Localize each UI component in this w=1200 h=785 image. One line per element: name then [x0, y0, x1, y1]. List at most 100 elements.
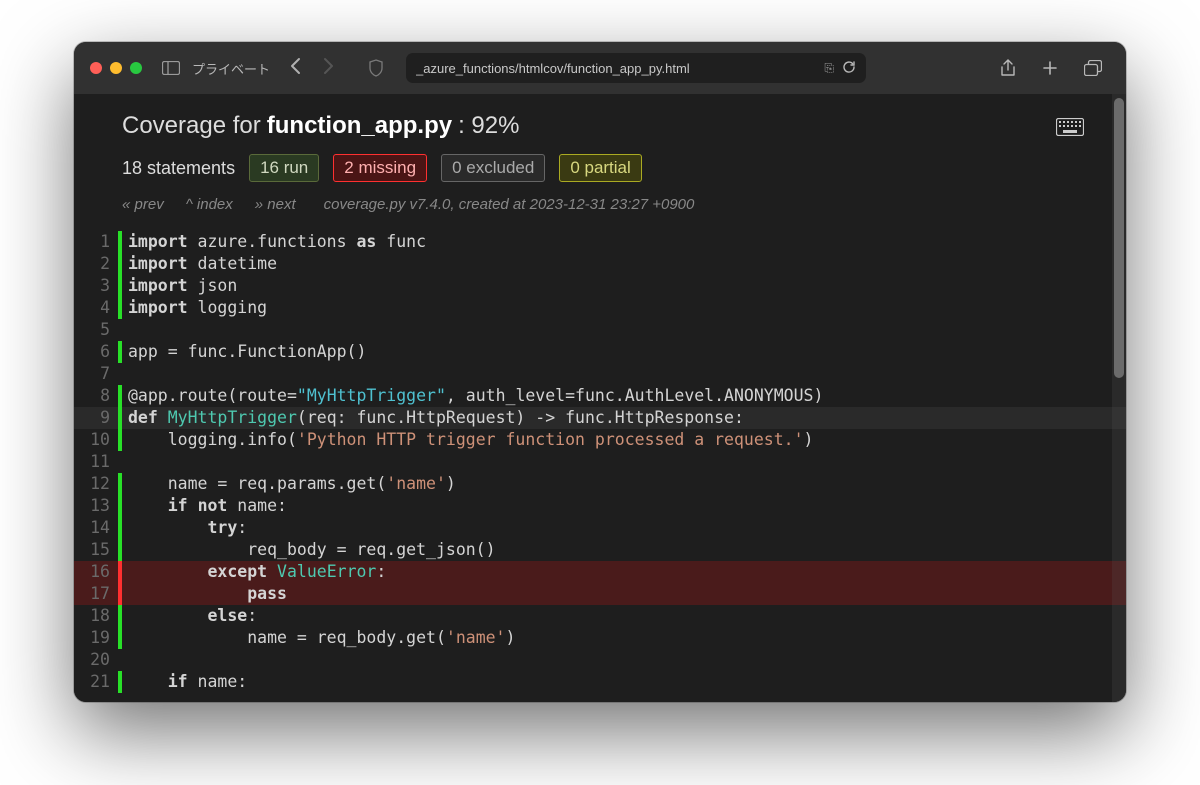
- line-number: 11: [74, 451, 118, 473]
- code-text: pass: [122, 583, 1126, 605]
- line-number: 13: [74, 495, 118, 517]
- excluded-pill[interactable]: 0 excluded: [441, 154, 545, 182]
- coverage-header: Coverage for function_app.py : 92% 18 st…: [74, 94, 1126, 221]
- index-link[interactable]: ^ index: [186, 196, 233, 213]
- code-line[interactable]: 16 except ValueError:: [74, 561, 1126, 583]
- code-area: 1import azure.functions as func2import d…: [74, 231, 1126, 693]
- stats-row: 18 statements 16 run 2 missing 0 exclude…: [122, 154, 1078, 182]
- coverage-info: coverage.py v7.4.0, created at 2023-12-3…: [324, 196, 695, 213]
- code-line[interactable]: 21 if name:: [74, 671, 1126, 693]
- code-text: if name:: [122, 671, 1126, 693]
- code-line[interactable]: 1import azure.functions as func: [74, 231, 1126, 253]
- code-line[interactable]: 18 else:: [74, 605, 1126, 627]
- code-line[interactable]: 15 req_body = req.get_json(): [74, 539, 1126, 561]
- missing-pill[interactable]: 2 missing: [333, 154, 427, 182]
- scrollbar-thumb[interactable]: [1114, 98, 1124, 378]
- code-line[interactable]: 8@app.route(route="MyHttpTrigger", auth_…: [74, 385, 1126, 407]
- content-area: Coverage for function_app.py : 92% 18 st…: [74, 94, 1126, 702]
- translate-icon[interactable]: ⎘: [824, 61, 834, 76]
- code-line[interactable]: 13 if not name:: [74, 495, 1126, 517]
- code-text: [122, 319, 1126, 341]
- page-title: Coverage for function_app.py : 92%: [122, 112, 1078, 140]
- url-text: _azure_functions/htmlcov/function_app_py…: [416, 61, 816, 76]
- minimize-button[interactable]: [110, 62, 122, 74]
- code-text: @app.route(route="MyHttpTrigger", auth_l…: [122, 385, 1126, 407]
- back-button[interactable]: [284, 57, 308, 80]
- sidebar-icon[interactable]: [158, 57, 184, 79]
- code-line[interactable]: 11: [74, 451, 1126, 473]
- line-number: 5: [74, 319, 118, 341]
- code-text: def MyHttpTrigger(req: func.HttpRequest)…: [122, 407, 1126, 429]
- code-line[interactable]: 17 pass: [74, 583, 1126, 605]
- line-number: 10: [74, 429, 118, 451]
- code-line[interactable]: 4import logging: [74, 297, 1126, 319]
- nav-row: « prev ^ index » next coverage.py v7.4.0…: [122, 196, 1078, 213]
- line-number: 16: [74, 561, 118, 583]
- share-icon[interactable]: [996, 55, 1020, 81]
- title-prefix: Coverage for: [122, 112, 261, 140]
- code-text: req_body = req.get_json(): [122, 539, 1126, 561]
- line-number: 14: [74, 517, 118, 539]
- line-number: 6: [74, 341, 118, 363]
- code-text: import azure.functions as func: [122, 231, 1126, 253]
- line-number: 9: [74, 407, 118, 429]
- code-text: [122, 363, 1126, 385]
- run-pill[interactable]: 16 run: [249, 154, 319, 182]
- line-number: 4: [74, 297, 118, 319]
- code-text: [122, 451, 1126, 473]
- line-number: 3: [74, 275, 118, 297]
- url-bar[interactable]: _azure_functions/htmlcov/function_app_py…: [406, 53, 866, 83]
- titlebar: プライベート _azure_functions/htmlcov/function…: [74, 42, 1126, 94]
- line-number: 8: [74, 385, 118, 407]
- maximize-button[interactable]: [130, 62, 142, 74]
- code-text: logging.info('Python HTTP trigger functi…: [122, 429, 1126, 451]
- line-number: 7: [74, 363, 118, 385]
- code-line[interactable]: 9def MyHttpTrigger(req: func.HttpRequest…: [74, 407, 1126, 429]
- code-line[interactable]: 5: [74, 319, 1126, 341]
- code-text: else:: [122, 605, 1126, 627]
- keyboard-icon[interactable]: [1056, 118, 1084, 141]
- statements-count: 18 statements: [122, 158, 235, 179]
- forward-button[interactable]: [316, 57, 340, 80]
- code-line[interactable]: 10 logging.info('Python HTTP trigger fun…: [74, 429, 1126, 451]
- line-number: 17: [74, 583, 118, 605]
- code-text: name = req_body.get('name'): [122, 627, 1126, 649]
- code-text: app = func.FunctionApp(): [122, 341, 1126, 363]
- new-tab-icon[interactable]: [1038, 56, 1062, 80]
- traffic-lights: [90, 62, 142, 74]
- line-number: 15: [74, 539, 118, 561]
- line-number: 18: [74, 605, 118, 627]
- code-line[interactable]: 2import datetime: [74, 253, 1126, 275]
- line-number: 12: [74, 473, 118, 495]
- code-line[interactable]: 7: [74, 363, 1126, 385]
- toolbar-right: [996, 55, 1106, 81]
- line-number: 19: [74, 627, 118, 649]
- prev-link[interactable]: « prev: [122, 196, 164, 213]
- code-line[interactable]: 19 name = req_body.get('name'): [74, 627, 1126, 649]
- line-number: 1: [74, 231, 118, 253]
- line-number: 2: [74, 253, 118, 275]
- tabs-icon[interactable]: [1080, 56, 1106, 80]
- next-link[interactable]: » next: [255, 196, 296, 213]
- line-number: 21: [74, 671, 118, 693]
- shield-icon[interactable]: [364, 55, 388, 81]
- reload-icon[interactable]: [842, 60, 856, 77]
- line-number: 20: [74, 649, 118, 671]
- code-line[interactable]: 3import json: [74, 275, 1126, 297]
- private-label: プライベート: [192, 59, 270, 78]
- code-text: if not name:: [122, 495, 1126, 517]
- close-button[interactable]: [90, 62, 102, 74]
- code-text: import logging: [122, 297, 1126, 319]
- code-line[interactable]: 12 name = req.params.get('name'): [74, 473, 1126, 495]
- code-line[interactable]: 14 try:: [74, 517, 1126, 539]
- code-text: [122, 649, 1126, 671]
- browser-window: プライベート _azure_functions/htmlcov/function…: [74, 42, 1126, 702]
- title-percent: : 92%: [458, 112, 519, 140]
- partial-pill[interactable]: 0 partial: [559, 154, 641, 182]
- code-line[interactable]: 20: [74, 649, 1126, 671]
- title-filename: function_app.py: [267, 112, 452, 140]
- code-line[interactable]: 6app = func.FunctionApp(): [74, 341, 1126, 363]
- scrollbar[interactable]: [1112, 94, 1126, 702]
- code-text: import json: [122, 275, 1126, 297]
- code-text: except ValueError:: [122, 561, 1126, 583]
